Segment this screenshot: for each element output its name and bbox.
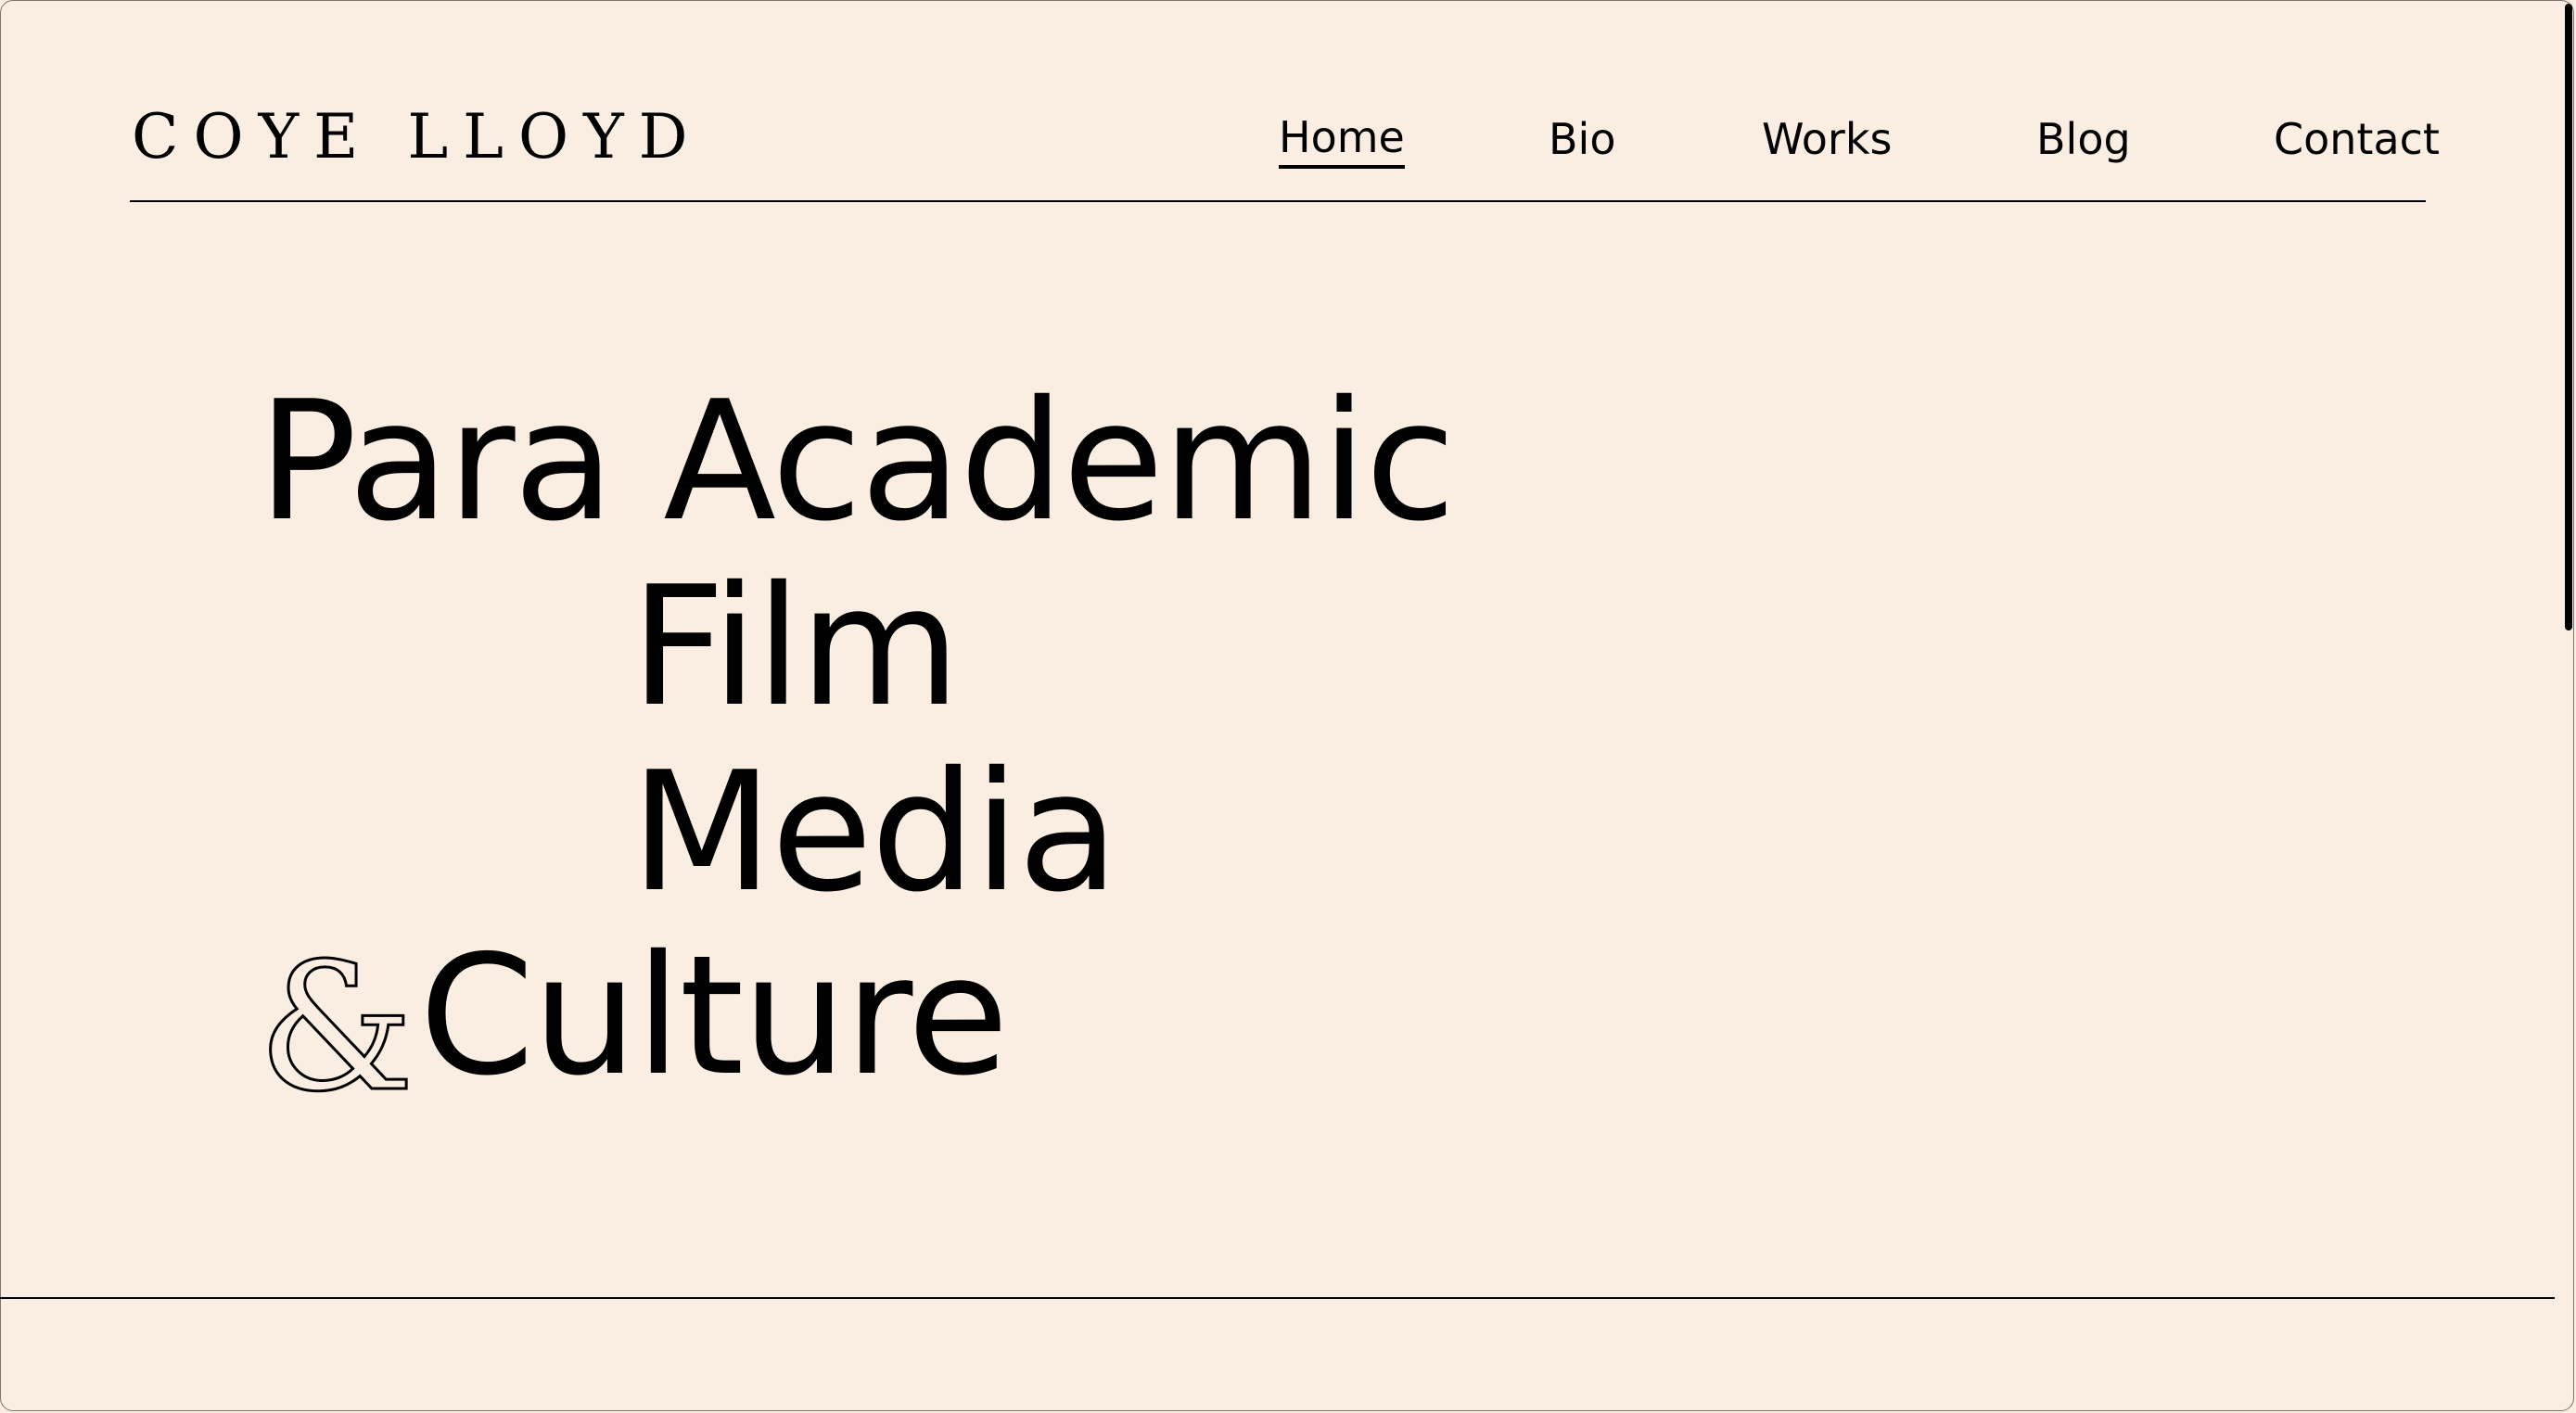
ampersand-glyph: & <box>256 925 415 1130</box>
hero-line-para-academic: Para Academic <box>258 365 1456 557</box>
vertical-scrollbar[interactable] <box>2556 0 2576 1413</box>
hero-line-film: Film <box>631 551 961 743</box>
nav-home-link[interactable]: Home <box>1279 109 1405 169</box>
nav-contact-link[interactable]: Contact <box>2274 109 2440 169</box>
nav-blog-link[interactable]: Blog <box>2036 109 2131 169</box>
nav-works-link[interactable]: Works <box>1762 109 1892 169</box>
scrollbar-thumb[interactable] <box>2565 4 2572 630</box>
site-logo[interactable]: COYE LLOYD <box>132 104 703 171</box>
nav-bio-link[interactable]: Bio <box>1549 109 1615 169</box>
section-divider <box>0 1297 2555 1299</box>
window-frame <box>0 0 2574 1411</box>
hero-line-culture: Culture <box>419 920 1009 1112</box>
header-divider <box>130 200 2426 202</box>
hero-line-media: Media <box>631 736 1119 928</box>
